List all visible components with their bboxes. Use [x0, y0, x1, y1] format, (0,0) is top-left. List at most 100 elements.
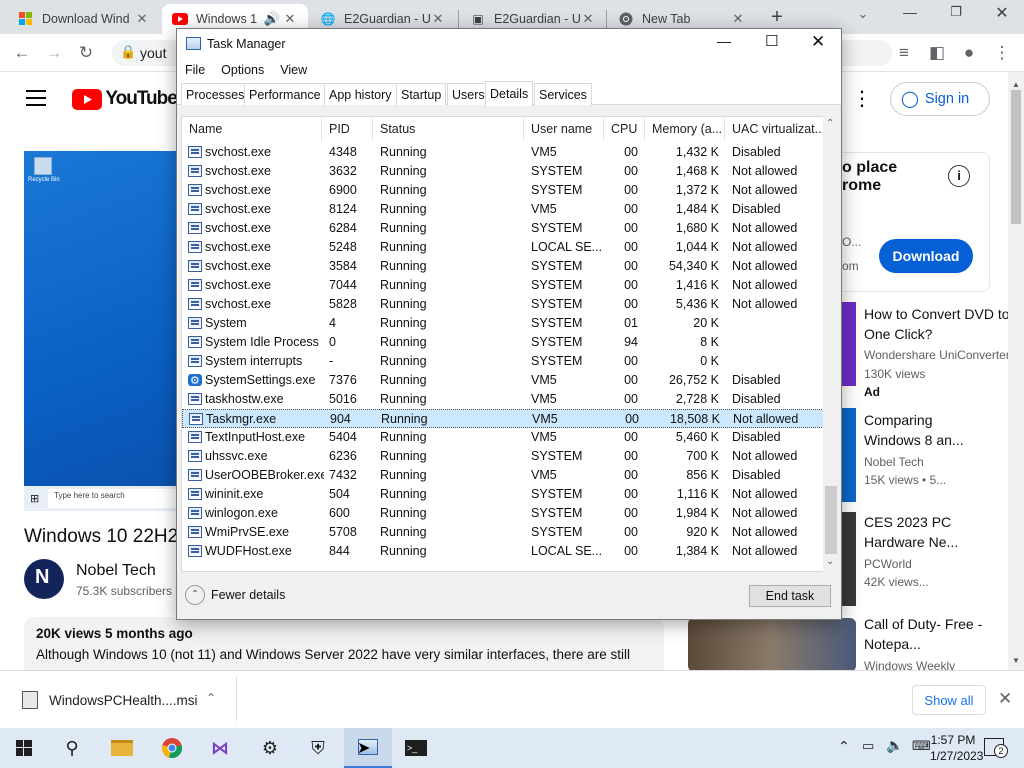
media-control-icon[interactable]: ≡ — [890, 34, 918, 72]
menu-view[interactable]: View — [272, 63, 315, 77]
table-scrollbar[interactable]: ⌃ ⌄ — [823, 116, 839, 572]
browser-tab-1[interactable]: Download Wind ✕ — [8, 4, 160, 34]
table-row[interactable]: WmiPrvSE.exe 5708 Running SYSTEM 00 920 K Not … — [182, 523, 824, 542]
youtube-logo[interactable]: YouTube — [72, 88, 178, 110]
settings-gear-icon[interactable]: ⚙ — [246, 728, 294, 768]
table-row[interactable]: TextInputHost.exe 5404 Running VM5 00 5,460 K… — [182, 428, 824, 447]
tab-processes[interactable]: Processes — [181, 83, 250, 105]
scroll-down-icon[interactable]: ▼ — [1012, 656, 1020, 665]
tab-users[interactable]: Users — [447, 83, 490, 105]
table-row[interactable]: System 4 Running SYSTEM 01 20 K — [182, 314, 824, 333]
recommendation-thumbnail[interactable] — [842, 512, 856, 606]
table-row[interactable]: System interrupts - Running SYSTEM 00 0 K — [182, 352, 824, 371]
back-icon[interactable]: ← — [8, 34, 36, 72]
scroll-down-icon[interactable]: ⌄ — [826, 556, 834, 567]
column-header-user[interactable]: User name — [524, 117, 604, 141]
table-row[interactable]: winlogon.exe 600 Running SYSTEM 00 1,984 K Not… — [182, 504, 824, 523]
scroll-thumb[interactable] — [825, 486, 837, 554]
close-download-bar-icon[interactable]: ✕ — [998, 689, 1012, 709]
more-options-icon[interactable]: ⋮ — [852, 86, 872, 111]
chevron-up-icon[interactable]: ⌃ — [206, 691, 216, 705]
new-tab-icon[interactable]: + — [764, 6, 790, 30]
maximize-icon[interactable]: ☐ — [765, 32, 778, 50]
scroll-up-icon[interactable]: ⌃ — [826, 118, 834, 129]
download-filename[interactable]: WindowsPCHealth....msi — [49, 693, 198, 708]
recommendation-thumbnail[interactable] — [842, 408, 856, 502]
start-button[interactable] — [0, 728, 48, 768]
table-row[interactable]: uhssvc.exe 6236 Running SYSTEM 00 700 K Not al… — [182, 447, 824, 466]
column-header-status[interactable]: Status — [373, 117, 524, 141]
minimize-icon[interactable]: — — [896, 4, 924, 26]
table-row[interactable]: svchost.exe 3584 Running SYSTEM 00 54,340 K No… — [182, 257, 824, 276]
channel-avatar[interactable]: N — [24, 559, 64, 599]
recommendation-title[interactable]: CES 2023 PC Hardware Ne... — [864, 512, 984, 552]
column-header-pid[interactable]: PID — [322, 117, 373, 141]
table-row[interactable]: svchost.exe 3632 Running SYSTEM 00 1,468 K Not… — [182, 162, 824, 181]
table-row[interactable]: WUDFHost.exe 844 Running LOCAL SE... 00 1,384… — [182, 542, 824, 561]
volume-icon[interactable]: 🔈 — [886, 737, 903, 754]
recommendation-title[interactable]: Call of Duty- Free - Notepa... — [864, 614, 984, 654]
close-icon[interactable]: ✕ — [811, 32, 825, 52]
table-row[interactable]: svchost.exe 4348 Running VM5 00 1,432 K Disabl… — [182, 143, 824, 162]
close-tab-icon[interactable]: ✕ — [282, 11, 298, 27]
terminal-icon[interactable]: >_ — [392, 728, 440, 768]
scroll-up-icon[interactable]: ▲ — [1012, 80, 1020, 89]
search-icon[interactable]: ⚲ — [48, 728, 96, 768]
side-panel-icon[interactable]: ◧ — [923, 34, 951, 72]
tab-services[interactable]: Services — [534, 83, 592, 105]
close-tab-icon[interactable]: ✕ — [730, 11, 746, 27]
recommendation-title[interactable]: Comparing Windows 8 an... — [864, 410, 984, 450]
forward-icon[interactable]: → — [40, 34, 68, 72]
security-shield-icon[interactable]: ⛨ — [294, 728, 342, 768]
page-scrollbar[interactable]: ▲ ▼ — [1008, 72, 1024, 670]
close-tab-icon[interactable]: ✕ — [580, 11, 596, 27]
visual-studio-icon[interactable]: ⋈ — [196, 728, 244, 768]
end-task-button[interactable]: End task — [749, 585, 831, 607]
column-header-cpu[interactable]: CPU — [604, 117, 645, 141]
profile-icon[interactable]: ● — [955, 34, 983, 72]
chevron-down-icon[interactable]: ⌄ — [850, 6, 876, 28]
tab-performance[interactable]: Performance — [244, 83, 326, 105]
recommendation-thumbnail[interactable] — [688, 618, 856, 670]
table-row[interactable]: wininit.exe 504 Running SYSTEM 00 1,116 K Not … — [182, 485, 824, 504]
tab-startup[interactable]: Startup — [396, 83, 447, 105]
table-row[interactable]: svchost.exe 5828 Running SYSTEM 00 5,436 K Not… — [182, 295, 824, 314]
download-button[interactable]: Download — [879, 239, 973, 273]
chrome-menu-icon[interactable]: ⋮ — [988, 34, 1016, 72]
close-tab-icon[interactable]: ✕ — [134, 11, 150, 27]
close-tab-icon[interactable]: ✕ — [430, 11, 446, 27]
table-row[interactable]: svchost.exe 5248 Running LOCAL SE... 00 1,044… — [182, 238, 824, 257]
recommendation-thumbnail[interactable] — [842, 302, 856, 386]
table-row[interactable]: svchost.exe 6284 Running SYSTEM 00 1,680 K Not… — [182, 219, 824, 238]
column-header-uac[interactable]: UAC virtualizat... — [725, 117, 824, 141]
hamburger-menu-icon[interactable] — [26, 90, 46, 106]
restore-icon[interactable]: ❐ — [942, 4, 970, 26]
video-player[interactable]: Recycle Bin ⊞ Type here to search — [24, 151, 200, 511]
system-clock[interactable]: 1:57 PM 1/27/2023 — [930, 732, 983, 764]
table-row[interactable]: SystemSettings.exe 7376 Running VM5 00 26,752… — [182, 371, 824, 390]
tab-app-history[interactable]: App history — [324, 83, 397, 105]
close-window-icon[interactable]: ✕ — [988, 3, 1016, 25]
table-row[interactable]: svchost.exe 7044 Running SYSTEM 00 1,416 K Not… — [182, 276, 824, 295]
fewer-details-link[interactable]: Fewer details — [211, 588, 285, 602]
recommendation-title[interactable]: How to Convert DVD to One Click? — [864, 304, 1010, 344]
task-manager-titlebar[interactable]: Task Manager — ☐ ✕ — [177, 29, 841, 59]
reload-icon[interactable]: ↻ — [72, 34, 100, 72]
minimize-icon[interactable]: — — [717, 33, 731, 49]
fewer-details-icon[interactable]: ⌃ — [185, 585, 205, 605]
table-row[interactable]: taskhostw.exe 5016 Running VM5 00 2,728 K Disa… — [182, 390, 824, 409]
sign-in-button[interactable]: ◯ Sign in — [890, 82, 990, 116]
menu-options[interactable]: Options — [213, 63, 272, 77]
chevron-up-icon[interactable]: ⌃ — [838, 738, 850, 755]
channel-name[interactable]: Nobel Tech — [76, 562, 156, 580]
ad-card[interactable]: o place rome i O... om Download — [842, 152, 990, 292]
table-row[interactable]: svchost.exe 6900 Running SYSTEM 00 1,372 K Not… — [182, 181, 824, 200]
speaker-icon[interactable]: 🔊 — [262, 11, 282, 27]
file-explorer-icon[interactable] — [98, 728, 146, 768]
show-all-button[interactable]: Show all — [912, 685, 986, 715]
chrome-icon[interactable] — [148, 728, 196, 768]
tab-details[interactable]: Details — [485, 81, 534, 106]
info-icon[interactable]: i — [948, 165, 970, 187]
table-row[interactable]: Taskmgr.exe 904 Running VM5 00 18,508 K Not al… — [182, 409, 824, 428]
table-row[interactable]: svchost.exe 8124 Running VM5 00 1,484 K Disabl… — [182, 200, 824, 219]
